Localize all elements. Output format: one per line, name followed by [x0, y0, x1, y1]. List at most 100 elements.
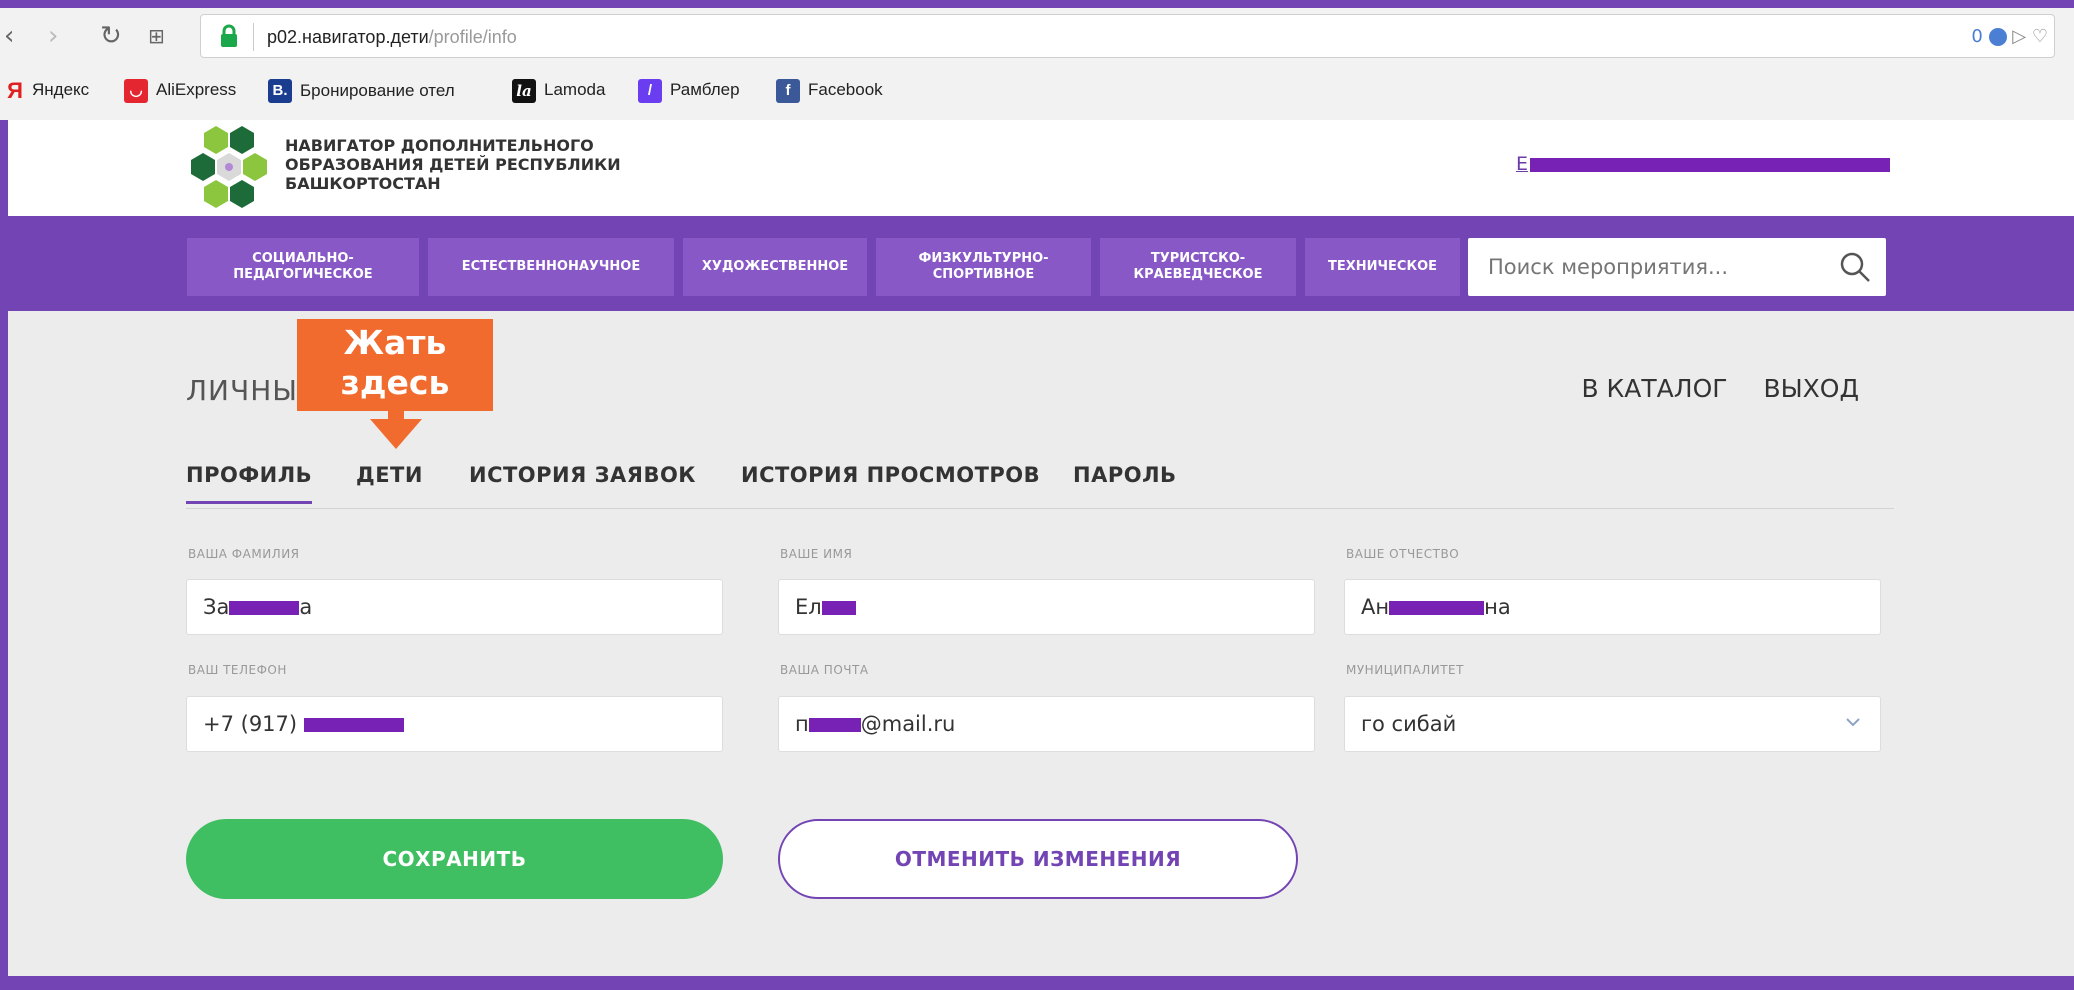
browser-chrome: ‹ › ↻ ⊞ p02.навигатор.дети/profile/info … [0, 0, 2074, 120]
bookmark-label: Lamoda [544, 80, 606, 99]
lastname-value-end: а [299, 595, 313, 619]
bookmark-label: AliExpress [156, 80, 237, 99]
category-tourist-local-history[interactable]: ТУРИСТСКО- КРАЕВЕДЧЕСКОЕ [1100, 238, 1296, 296]
municipality-select[interactable]: го сибай [1344, 696, 1881, 752]
tab-application-history[interactable]: ИСТОРИЯ ЗАЯВОК [469, 463, 696, 501]
category-label: ХУДОЖЕСТВЕННОЕ [701, 259, 849, 274]
lamoda-icon: la [512, 78, 536, 103]
navigator-logo-icon[interactable] [186, 124, 276, 210]
lastname-field[interactable]: За а [186, 579, 723, 635]
profile-tabs: ПРОФИЛЬ ДЕТИ ИСТОРИЯ ЗАЯВОК ИСТОРИЯ ПРОС… [186, 463, 1894, 509]
logout-link[interactable]: ВЫХОД [1763, 374, 1859, 403]
logo-line-3: БАШКОРТОСТАН [285, 174, 441, 193]
category-label: КРАЕВЕДЧЕСКОЕ [1133, 267, 1263, 282]
bookmark-facebook[interactable]: f Facebook [776, 76, 883, 104]
tab-view-history[interactable]: ИСТОРИЯ ПРОСМОТРОВ [741, 463, 1040, 501]
reload-icon[interactable]: ↻ [100, 18, 122, 54]
phone-field[interactable]: +7 (917) [186, 696, 723, 752]
site-header: НАВИГАТОР ДОПОЛНИТЕЛЬНОГО ОБРАЗОВАНИЯ ДЕ… [8, 120, 2074, 216]
bookmarks-bar: Я Яндекс ◡ AliExpress B. Бронирование отел … [0, 70, 2074, 110]
save-button[interactable]: СОХРАНИТЬ [186, 819, 723, 899]
email-value-start: п [795, 712, 809, 736]
catalog-link[interactable]: В КАТАЛОГ [1581, 374, 1727, 403]
bookmark-label: Бронирование отел [300, 80, 455, 100]
phone-label: ВАШ ТЕЛЕФОН [188, 663, 287, 677]
search-input[interactable] [1468, 238, 1818, 296]
category-label: ТУРИСТСКО- [1150, 251, 1246, 266]
firstname-field[interactable]: Ел [778, 579, 1315, 635]
adblock-count: 0 [1971, 26, 1983, 47]
lastname-label: ВАША ФАМИЛИЯ [188, 547, 300, 561]
site-logo-title[interactable]: НАВИГАТОР ДОПОЛНИТЕЛЬНОГО ОБРАЗОВАНИЯ ДЕ… [285, 136, 705, 193]
category-artistic[interactable]: ХУДОЖЕСТВЕННОЕ [683, 238, 867, 296]
address-bar[interactable]: p02.навигатор.дети/profile/info 0 ▷ ♡ [200, 14, 2055, 58]
send-icon[interactable]: ▷ [2012, 26, 2026, 47]
redacted-middlename [1389, 601, 1485, 615]
callout-arrow-icon [370, 419, 422, 449]
aliexpress-icon: ◡ [124, 78, 148, 103]
middlename-label: ВАШЕ ОТЧЕСТВО [1346, 547, 1460, 561]
click-here-callout: Жать здесь [297, 319, 493, 411]
chevron-down-icon [1846, 718, 1860, 727]
callout-line-1: Жать [343, 323, 447, 362]
heart-icon[interactable]: ♡ [2032, 26, 2048, 47]
address-url[interactable]: p02.навигатор.дети/profile/info [267, 23, 517, 51]
rambler-icon: / [638, 78, 662, 103]
email-value-end: @mail.ru [860, 712, 956, 736]
redacted-phone [303, 718, 404, 732]
user-profile-link[interactable]: Е [1516, 153, 1891, 175]
user-name-initial: Е [1516, 153, 1529, 175]
category-natural-science[interactable]: ЕСТЕСТВЕННОНАУЧНОЕ [428, 238, 674, 296]
bookmark-lamoda[interactable]: la Lamoda [512, 76, 605, 104]
callout-line-2: здесь [340, 363, 450, 402]
bookmark-rambler[interactable]: / Рамблер [638, 76, 740, 104]
category-physical-sports[interactable]: ФИЗКУЛЬТУРНО- СПОРТИВНОЕ [876, 238, 1091, 296]
middlename-value-start: Ан [1361, 595, 1390, 619]
municipality-label: МУНИЦИПАЛИТЕТ [1346, 663, 1464, 677]
redacted-lastname [229, 601, 300, 615]
middlename-value-end: на [1484, 595, 1511, 619]
redacted-user-name [1530, 157, 1891, 172]
firstname-label: ВАШЕ ИМЯ [780, 547, 853, 561]
tab-profile[interactable]: ПРОФИЛЬ [186, 463, 313, 504]
tab-password[interactable]: ПАРОЛЬ [1073, 463, 1177, 501]
bookmark-booking[interactable]: B. Бронирование отел [268, 76, 478, 104]
bookmark-aliexpress[interactable]: ◡ AliExpress [124, 76, 236, 104]
municipality-value: го сибай [1361, 712, 1457, 736]
back-icon[interactable]: ‹ [4, 18, 14, 54]
lastname-value-start: За [203, 595, 230, 619]
email-label: ВАША ПОЧТА [780, 663, 869, 677]
profile-page: ЛИЧНЫ Жать здесь В КАТАЛОГ ВЫХОД ПРОФИЛЬ… [8, 311, 2074, 976]
forward-icon[interactable]: › [48, 18, 58, 54]
address-path: /profile/info [428, 27, 517, 47]
event-search [1468, 238, 1886, 296]
bookmark-label: Яндекс [32, 80, 90, 99]
top-links: В КАТАЛОГ ВЫХОД [1553, 374, 1859, 403]
window-frame [0, 0, 2074, 8]
yandex-icon: Я [7, 77, 23, 103]
cancel-changes-button[interactable]: ОТМЕНИТЬ ИЗМЕНЕНИЯ [778, 819, 1298, 899]
search-icon[interactable] [1838, 250, 1872, 284]
middlename-field[interactable]: Ан на [1344, 579, 1881, 635]
category-label: СПОРТИВНОЕ [932, 267, 1035, 282]
category-technical[interactable]: ТЕХНИЧЕСКОЕ [1305, 238, 1460, 296]
address-extensions[interactable]: 0 ▷ ♡ [1971, 23, 2048, 51]
adblock-icon[interactable] [1988, 28, 2007, 46]
bookmark-label: Рамблер [670, 80, 740, 99]
category-nav: СОЦИАЛЬНО- ПЕДАГОГИЧЕСКОЕ ЕСТЕСТВЕННОНАУЧ… [8, 216, 2074, 311]
category-label: СОЦИАЛЬНО- [252, 251, 354, 266]
email-field[interactable]: п @mail.ru [778, 696, 1315, 752]
tabs-grid-icon[interactable]: ⊞ [148, 18, 165, 54]
bookmark-label: Facebook [808, 80, 883, 99]
bookmark-yandex[interactable]: Я Яндекс [6, 76, 89, 104]
category-label: ПЕДАГОГИЧЕСКОЕ [233, 267, 373, 282]
category-social-pedagogical[interactable]: СОЦИАЛЬНО- ПЕДАГОГИЧЕСКОЕ [187, 238, 419, 296]
booking-icon: B. [268, 78, 292, 103]
phone-value-start: +7 (917) [203, 712, 304, 736]
tab-children[interactable]: ДЕТИ [356, 463, 423, 501]
facebook-icon: f [776, 78, 800, 103]
address-host: p02.навигатор.дети [267, 27, 429, 47]
lock-icon [221, 24, 237, 47]
page-title: ЛИЧНЫ [186, 374, 298, 407]
firstname-value-start: Ел [795, 595, 822, 619]
